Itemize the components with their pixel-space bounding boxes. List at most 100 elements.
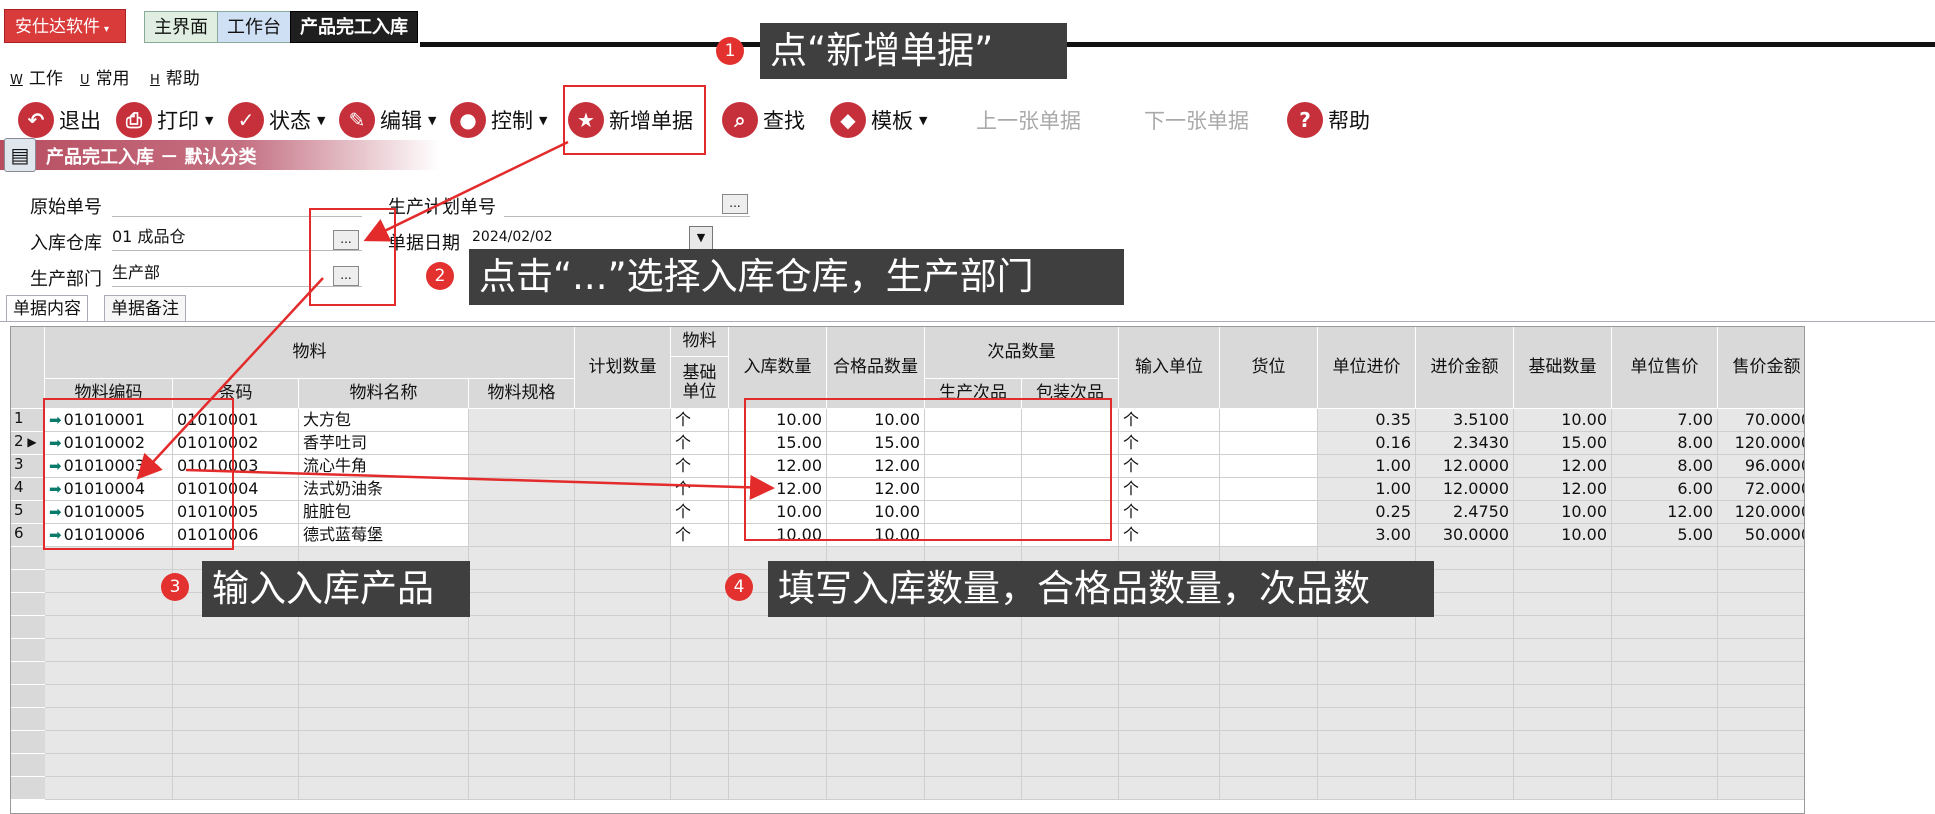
cell-good-qty[interactable] [827,708,925,731]
cell-input-unit[interactable] [1119,616,1220,639]
cell-spec[interactable] [469,478,575,501]
cell-unit-price[interactable] [1612,662,1718,685]
cell-spec[interactable] [469,708,575,731]
cell-unit-price[interactable] [1612,570,1718,593]
cell-spec[interactable] [469,570,575,593]
cell-base-qty[interactable] [1514,708,1612,731]
cell-base-qty[interactable] [1514,685,1612,708]
row-header[interactable] [11,731,45,754]
cell-cost-amount[interactable]: 30.0000 [1416,524,1514,547]
date-field[interactable]: 2024/02/02 [472,224,714,251]
cell-plan-qty[interactable] [575,478,671,501]
tab-product-inbound[interactable]: 产品完工入库 [290,11,418,43]
cell-price-amount[interactable] [1718,616,1804,639]
cell-unit-price[interactable] [1612,639,1718,662]
cell-plan-qty[interactable] [575,616,671,639]
cell-price-amount[interactable]: 96.0000 [1718,455,1804,478]
cell-cost-amount[interactable]: 12.0000 [1416,455,1514,478]
row-header[interactable]: 3 [11,455,45,478]
cell-unit-cost[interactable] [1318,731,1416,754]
cell-in-qty[interactable] [729,662,827,685]
edit-button[interactable]: ✎ 编辑 ▼ [339,99,436,141]
cell-prod-defect[interactable] [925,777,1022,800]
cell-plan-qty[interactable] [575,455,671,478]
cell-name[interactable]: 流心牛角 [299,455,469,478]
cell-spec[interactable] [469,777,575,800]
row-header[interactable] [11,777,45,800]
cell-plan-qty[interactable] [575,593,671,616]
cell-prod-defect[interactable] [925,685,1022,708]
cell-cost-amount[interactable]: 2.3430 [1416,432,1514,455]
cell-price-amount[interactable] [1718,731,1804,754]
cell-unit-cost[interactable]: 0.35 [1318,409,1416,432]
cell-location[interactable] [1220,616,1318,639]
cell-base-qty[interactable] [1514,593,1612,616]
cell-cost-amount[interactable] [1416,662,1514,685]
cell-cost-amount[interactable]: 2.4750 [1416,501,1514,524]
cell-input-unit[interactable] [1119,731,1220,754]
cell-spec[interactable] [469,409,575,432]
cell-in-qty[interactable] [729,708,827,731]
cell-location[interactable] [1220,478,1318,501]
cell-price-amount[interactable]: 120.0000 [1718,501,1804,524]
cell-base-qty[interactable]: 12.00 [1514,455,1612,478]
cell-unit-price[interactable]: 12.00 [1612,501,1718,524]
cell-spec[interactable] [469,593,575,616]
cell-code[interactable] [45,662,173,685]
cell-base-qty[interactable]: 10.00 [1514,409,1612,432]
cell-good-qty[interactable] [827,616,925,639]
cell-pack-defect[interactable] [1022,754,1119,777]
cell-code[interactable] [45,616,173,639]
cell-location[interactable] [1220,409,1318,432]
cell-prod-defect[interactable] [925,639,1022,662]
cell-pack-defect[interactable] [1022,731,1119,754]
tab-main[interactable]: 主界面 [144,11,218,43]
cell-plan-qty[interactable] [575,685,671,708]
cell-spec[interactable] [469,547,575,570]
cell-plan-qty[interactable] [575,731,671,754]
cell-location[interactable] [1220,777,1318,800]
cell-price-amount[interactable]: 70.0000 [1718,409,1804,432]
status-button[interactable]: ✓ 状态 ▼ [228,99,325,141]
cell-spec[interactable] [469,754,575,777]
cell-unit[interactable]: 个 [671,501,729,524]
cell-base-qty[interactable]: 10.00 [1514,524,1612,547]
cell-cost-amount[interactable]: 3.5100 [1416,409,1514,432]
cell-unit[interactable] [671,731,729,754]
cell-name[interactable] [299,616,469,639]
cell-barcode[interactable] [173,731,299,754]
cell-price-amount[interactable]: 72.0000 [1718,478,1804,501]
cell-unit[interactable] [671,685,729,708]
cell-base-qty[interactable] [1514,547,1612,570]
cell-code[interactable] [45,547,173,570]
cell-plan-qty[interactable] [575,708,671,731]
cell-pack-defect[interactable] [1022,616,1119,639]
cell-barcode[interactable] [173,685,299,708]
cell-price-amount[interactable] [1718,639,1804,662]
cell-price-amount[interactable]: 120.0000 [1718,432,1804,455]
cell-unit[interactable] [671,662,729,685]
cell-pack-defect[interactable] [1022,639,1119,662]
cell-name[interactable] [299,731,469,754]
cell-good-qty[interactable] [827,639,925,662]
cell-plan-qty[interactable] [575,639,671,662]
cell-unit-cost[interactable] [1318,639,1416,662]
cell-price-amount[interactable] [1718,777,1804,800]
cell-input-unit[interactable]: 个 [1119,432,1220,455]
cell-input-unit[interactable]: 个 [1119,501,1220,524]
cell-unit-cost[interactable] [1318,754,1416,777]
print-button[interactable]: ⎙ 打印 ▼ [116,99,213,141]
menu-common[interactable]: U 常用 [80,64,130,89]
cell-barcode[interactable] [173,616,299,639]
menu-work[interactable]: W 工作 [10,64,63,89]
row-header[interactable] [11,708,45,731]
cell-unit-cost[interactable] [1318,777,1416,800]
row-header[interactable]: 4 [11,478,45,501]
row-header[interactable] [11,662,45,685]
cell-price-amount[interactable] [1718,685,1804,708]
help-button[interactable]: ? 帮助 [1287,99,1370,141]
cell-unit-price[interactable]: 6.00 [1612,478,1718,501]
cell-unit-price[interactable]: 8.00 [1612,432,1718,455]
cell-price-amount[interactable] [1718,662,1804,685]
cell-cost-amount[interactable] [1416,777,1514,800]
